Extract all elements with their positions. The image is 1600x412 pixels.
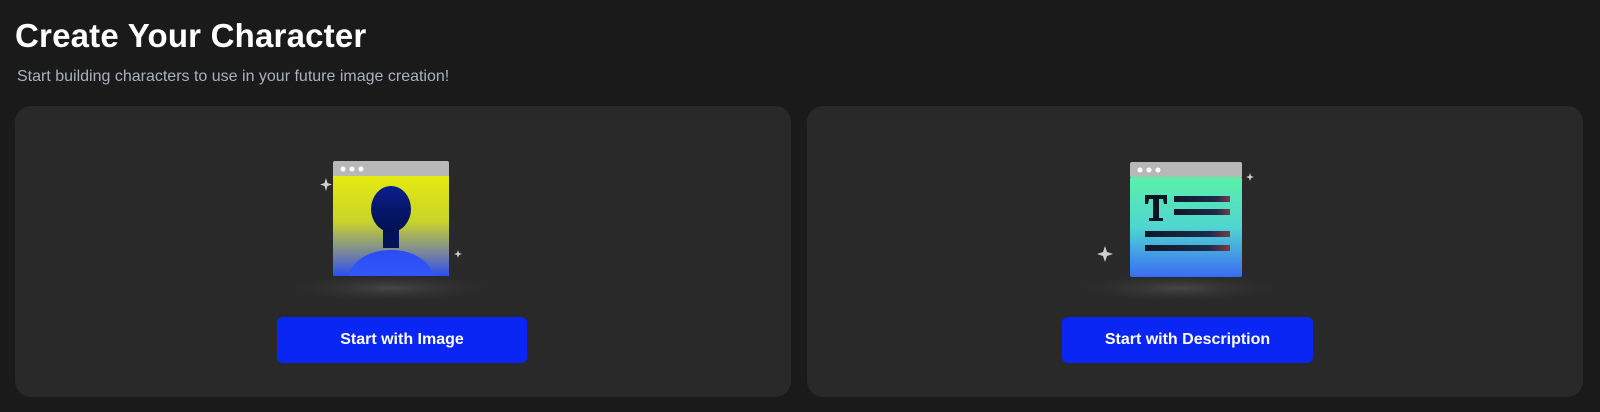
start-with-description-button[interactable]: Start with Description (1062, 317, 1313, 363)
create-character-page: Create Your Character Start building cha… (0, 0, 1600, 412)
page-subtitle: Start building characters to use in your… (17, 68, 450, 85)
page-title: Create Your Character (15, 17, 367, 54)
option-cards: Start with Image Start with Description (15, 106, 1583, 397)
person-window-illustration (273, 161, 509, 304)
illustration-shadow (273, 272, 509, 304)
text-window-illustration (1061, 162, 1297, 304)
start-with-description-card: Start with Description (807, 106, 1583, 397)
start-with-image-card: Start with Image (15, 106, 791, 397)
start-with-image-button[interactable]: Start with Image (277, 317, 527, 363)
browser-window-icon (1130, 162, 1242, 277)
